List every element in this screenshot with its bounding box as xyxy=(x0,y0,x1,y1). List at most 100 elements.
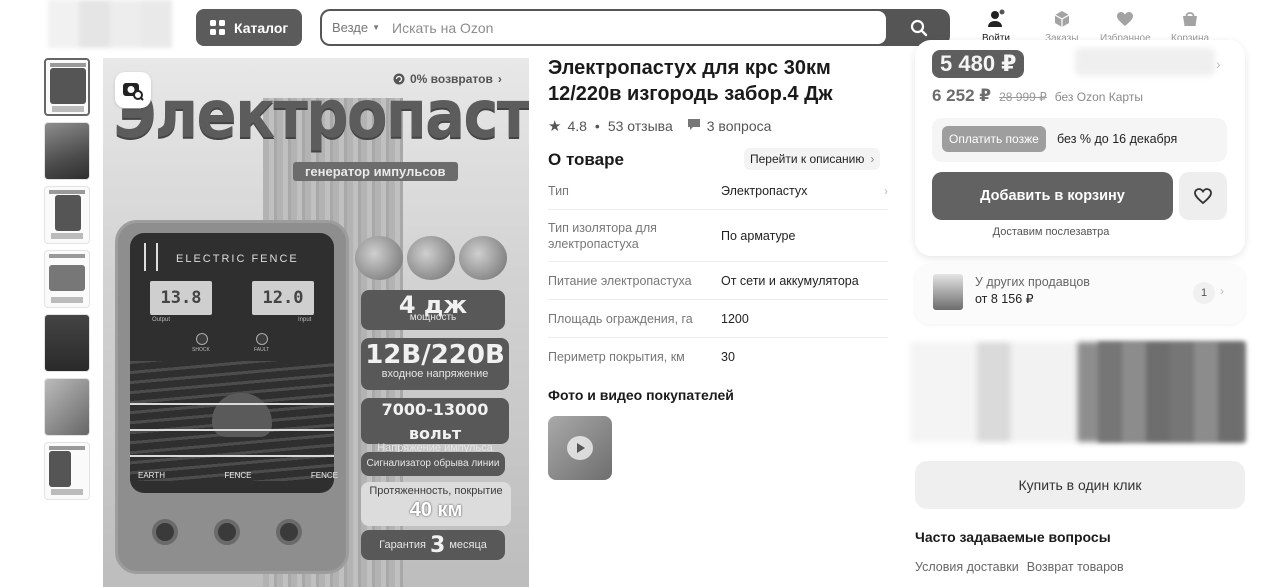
attribute-row: Тип Электропастух › xyxy=(548,172,888,210)
chevron-right-icon: › xyxy=(884,183,888,198)
lcd-input: 12.0 xyxy=(252,281,314,315)
attribute-value: 1200 xyxy=(721,311,749,326)
pay-later-button[interactable]: Оплатить позже xyxy=(942,126,1046,152)
spec-voltage: 12В/220В входное напряжение xyxy=(361,338,509,390)
fence-label-2: FENCE xyxy=(310,471,338,480)
wire-line xyxy=(130,429,334,431)
attribute-row: Периметр покрытия, км 30 xyxy=(548,338,888,376)
heart-outline-icon xyxy=(1194,188,1212,205)
goto-description-link[interactable]: Перейти к описанию › xyxy=(744,148,881,170)
customer-media-heading: Фото и видео покупателей xyxy=(548,387,734,403)
seller-product-thumbnail xyxy=(933,274,963,310)
lcd-output: 13.8 xyxy=(150,281,212,315)
about-heading: О товаре xyxy=(548,150,624,169)
gallery-thumbnail[interactable] xyxy=(44,378,90,436)
faq-link-delivery[interactable]: Условия доставки xyxy=(915,560,1019,574)
product-main-image[interactable]: Электропастух генератор импульсов 0% воз… xyxy=(103,58,529,587)
device-brand-text: ELECTRIC FENCE xyxy=(176,253,299,265)
spec-alarm-text: Сигнализатор обрыва линии xyxy=(366,458,500,469)
buy-one-click-button[interactable]: Купить в один клик xyxy=(915,461,1245,509)
nav-favorites[interactable]: Избранное xyxy=(1100,9,1151,44)
attribute-value: 30 xyxy=(721,350,735,364)
image-subtitle-text: генератор импульсов xyxy=(293,162,458,181)
separator-dot: • xyxy=(594,118,600,134)
led-shock xyxy=(196,333,208,345)
attribute-key: Площадь ограждения, га xyxy=(548,311,693,326)
image-title-text: Электропастух xyxy=(113,76,529,153)
led-fault-label: FAULT xyxy=(254,347,270,353)
search-scope-select[interactable]: Везде ▼ xyxy=(322,20,380,35)
nav-orders[interactable]: Заказы xyxy=(1045,9,1078,44)
warranty-number: 3 xyxy=(430,532,446,558)
logo-blurred[interactable] xyxy=(48,0,172,48)
gallery-thumbnail[interactable] xyxy=(44,58,90,116)
returns-badge-label: 0% возвратов xyxy=(410,72,493,86)
heart-icon xyxy=(1117,12,1134,26)
chevron-down-icon: ▼ xyxy=(372,23,381,32)
chevron-right-icon: › xyxy=(497,72,502,86)
other-sellers-card[interactable]: У других продавцов от 8 156 ₽ 1 › xyxy=(915,264,1245,324)
faq-link-returns[interactable]: Возврат товаров xyxy=(1027,560,1124,574)
add-to-cart-button[interactable]: Добавить в корзину xyxy=(932,172,1173,220)
terminal-knob xyxy=(214,519,240,545)
spec-pulse-value: 7000-13000 вольт xyxy=(381,400,489,443)
attribute-value: По арматуре xyxy=(721,228,796,243)
returns-badge[interactable]: 0% возвратов › xyxy=(393,72,502,86)
terminal-knob xyxy=(152,519,178,545)
other-sellers-label: У других продавцов xyxy=(975,275,1090,289)
faq-links: Условия доставки Возврат товаров xyxy=(915,560,1124,574)
old-price: 28 999 ₽ xyxy=(999,90,1047,104)
gallery-thumbnail[interactable] xyxy=(44,186,90,244)
questions-link[interactable]: 3 вопроса xyxy=(707,118,772,134)
card-price[interactable]: 5 480 ₽ xyxy=(932,50,1025,78)
favorite-button[interactable] xyxy=(1179,172,1227,220)
led-fault xyxy=(256,333,268,345)
customer-video-thumbnail[interactable] xyxy=(548,416,612,480)
catalog-label: Каталог xyxy=(234,19,289,36)
play-icon xyxy=(567,436,593,460)
buy-box: 5 480 ₽ › 6 252 ₽ 28 999 ₽ без Ozon Карт… xyxy=(915,40,1245,256)
spec-length-caption: Протяженность, покрытие xyxy=(369,485,503,497)
attributes-table: Тип Электропастух › Тип изолятора для эл… xyxy=(548,172,888,376)
spec-voltage-value: 12В/220В xyxy=(365,340,505,370)
wire-line xyxy=(130,455,334,457)
spec-energy: 4 дж мощность xyxy=(361,290,505,330)
rating-value: 4.8 xyxy=(567,118,587,134)
gallery-thumbnail[interactable] xyxy=(44,250,90,308)
gallery-thumbnail[interactable] xyxy=(44,442,90,500)
attribute-key: Тип xyxy=(548,183,569,198)
search-input[interactable] xyxy=(392,19,853,36)
catalog-button[interactable]: Каталог xyxy=(196,9,302,46)
cart-icon xyxy=(1183,12,1198,26)
gallery-thumbnail[interactable] xyxy=(44,314,90,372)
fence-label-1: FENCE xyxy=(224,471,252,480)
camera-search-icon xyxy=(123,83,144,101)
lcd-input-label: Input xyxy=(298,317,312,323)
attribute-value[interactable]: Электропастух xyxy=(721,184,884,198)
reviews-link[interactable]: 53 отзыва xyxy=(608,118,673,134)
search-scope-label: Везде xyxy=(332,20,369,35)
goto-description-label: Перейти к описанию xyxy=(750,152,865,166)
nav-cart[interactable]: Корзина xyxy=(1171,9,1209,44)
chevron-right-icon[interactable]: › xyxy=(1216,56,1221,72)
gallery-thumbnail[interactable] xyxy=(44,122,90,180)
spec-warranty: Гарантия 3 месяца xyxy=(361,530,505,560)
animals-graphic xyxy=(355,236,507,280)
nav-login[interactable]: Войти xyxy=(982,9,1010,44)
faq-heading: Часто задаваемые вопросы xyxy=(915,529,1111,545)
search-icon xyxy=(910,19,928,36)
attribute-row: Питание электропастуха От сети и аккумул… xyxy=(548,262,888,300)
wire-line xyxy=(130,403,334,405)
star-icon: ★ xyxy=(548,118,562,135)
chat-icon xyxy=(687,118,701,134)
visual-search-button[interactable] xyxy=(115,72,151,108)
attribute-key: Тип изолятора для электропастуха xyxy=(548,220,657,251)
search-bar: Везде ▼ xyxy=(320,9,950,46)
grid-icon xyxy=(210,20,225,35)
attribute-key: Питание электропастуха xyxy=(548,273,692,288)
pay-later-box: Оплатить позже без % до 16 декабря xyxy=(932,118,1227,162)
product-title: Электропастух для крс 30км 12/220в изгор… xyxy=(548,57,833,105)
warranty-suffix: месяца xyxy=(449,539,487,551)
spec-length: Протяженность, покрытие 40 км xyxy=(361,482,511,526)
price-row: 6 252 ₽ 28 999 ₽ без Ozon Карты xyxy=(932,86,1143,106)
